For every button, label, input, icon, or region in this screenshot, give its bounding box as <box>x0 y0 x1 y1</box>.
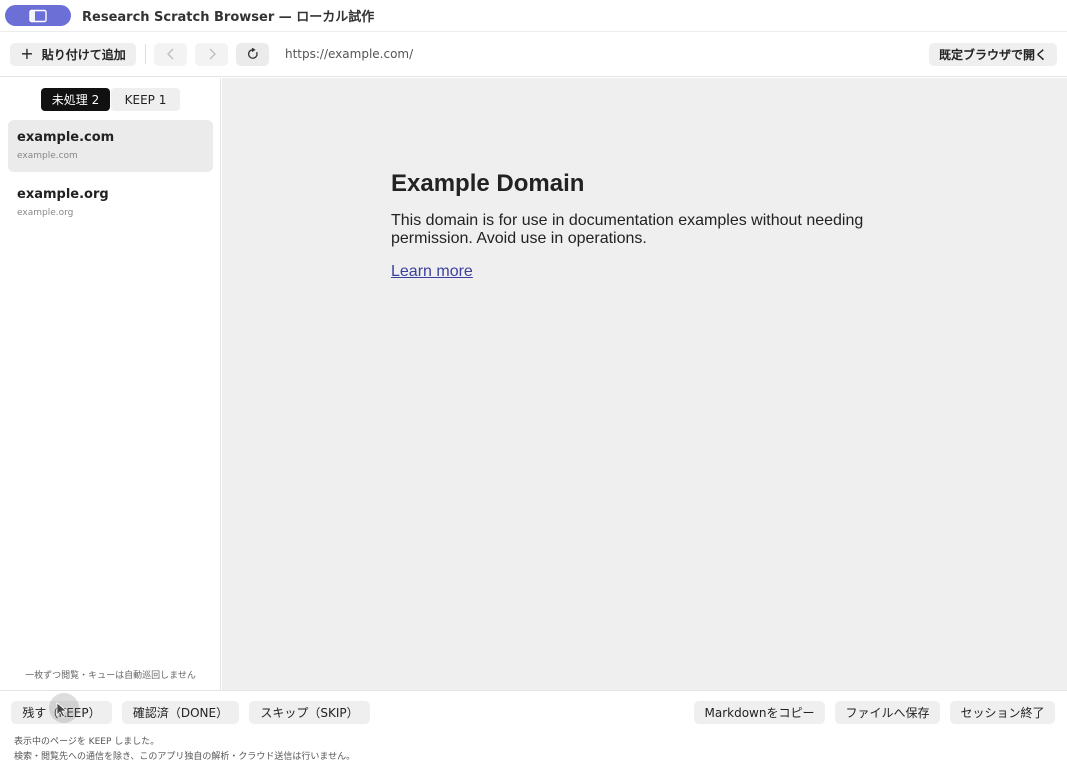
save-file-button[interactable]: ファイルへ保存 <box>835 701 940 724</box>
tab-keep[interactable]: KEEP 1 <box>111 88 180 111</box>
bottom-bar: 残す（KEEP） 確認済（DONE） スキップ（SKIP） Markdownをコ… <box>0 690 1067 768</box>
sidebar: 未処理 2 KEEP 1 example.com example.com exa… <box>0 78 221 690</box>
chevron-right-icon <box>209 48 216 60</box>
open-default-browser-button[interactable]: 既定ブラウザで開く <box>929 42 1057 66</box>
learn-more-link[interactable]: Learn more <box>391 263 473 281</box>
tab-pending[interactable]: 未処理 2 <box>41 88 110 111</box>
window-title: Research Scratch Browser — ローカル試作 <box>82 10 375 25</box>
status-line: 検索・閲覧先への通信を除き、このアプリ独自の解析・クラウド送信は行いません。 <box>14 752 356 762</box>
queue-tabs: 未処理 2 KEEP 1 <box>41 88 180 111</box>
browser-window-icon <box>29 9 47 22</box>
page-heading: Example Domain <box>391 170 585 197</box>
list-item-subtitle: example.com <box>17 151 78 161</box>
status-line: 表示中のページを KEEP しました。 <box>14 737 160 747</box>
page-paragraph: This domain is for use in documentation … <box>391 212 864 247</box>
title-bar: Research Scratch Browser — ローカル試作 <box>0 0 1067 32</box>
back-button[interactable] <box>154 42 187 66</box>
sidebar-note: 一枚ずつ閲覧・キューは自動巡回しません <box>25 671 196 681</box>
plus-icon: + <box>20 44 34 63</box>
end-session-button[interactable]: セッション終了 <box>950 701 1055 724</box>
list-item[interactable]: example.org example.org <box>8 177 213 229</box>
list-item-title: example.org <box>17 187 109 202</box>
page-document: Example Domain This domain is for use in… <box>391 170 911 281</box>
toolbar: + 貼り付けて追加 https://example.com/ 既定ブラウザで開く <box>0 32 1067 77</box>
page-view[interactable]: Example Domain This domain is for use in… <box>222 78 1067 690</box>
mouse-cursor-icon <box>49 693 79 723</box>
paste-add-button[interactable]: + 貼り付けて追加 <box>10 42 136 66</box>
reload-icon <box>247 48 258 59</box>
url-field[interactable]: https://example.com/ <box>285 47 929 61</box>
action-buttons: 残す（KEEP） 確認済（DONE） スキップ（SKIP） Markdownをコ… <box>0 701 1067 724</box>
chevron-left-icon <box>166 48 173 60</box>
copy-markdown-button[interactable]: Markdownをコピー <box>694 701 825 724</box>
paste-add-label: 貼り付けて追加 <box>41 47 126 62</box>
list-item[interactable]: example.com example.com <box>8 120 213 172</box>
done-button[interactable]: 確認済（DONE） <box>122 701 239 724</box>
skip-button[interactable]: スキップ（SKIP） <box>249 701 370 724</box>
forward-button[interactable] <box>195 42 228 66</box>
list-item-subtitle: example.org <box>17 208 74 218</box>
reload-button[interactable] <box>236 42 269 66</box>
list-item-title: example.com <box>17 130 115 145</box>
status-message: 表示中のページを KEEP しました。 検索・閲覧先への通信を除き、このアプリ独… <box>14 735 355 765</box>
toolbar-divider <box>145 44 146 64</box>
app-icon-button[interactable] <box>5 5 71 26</box>
